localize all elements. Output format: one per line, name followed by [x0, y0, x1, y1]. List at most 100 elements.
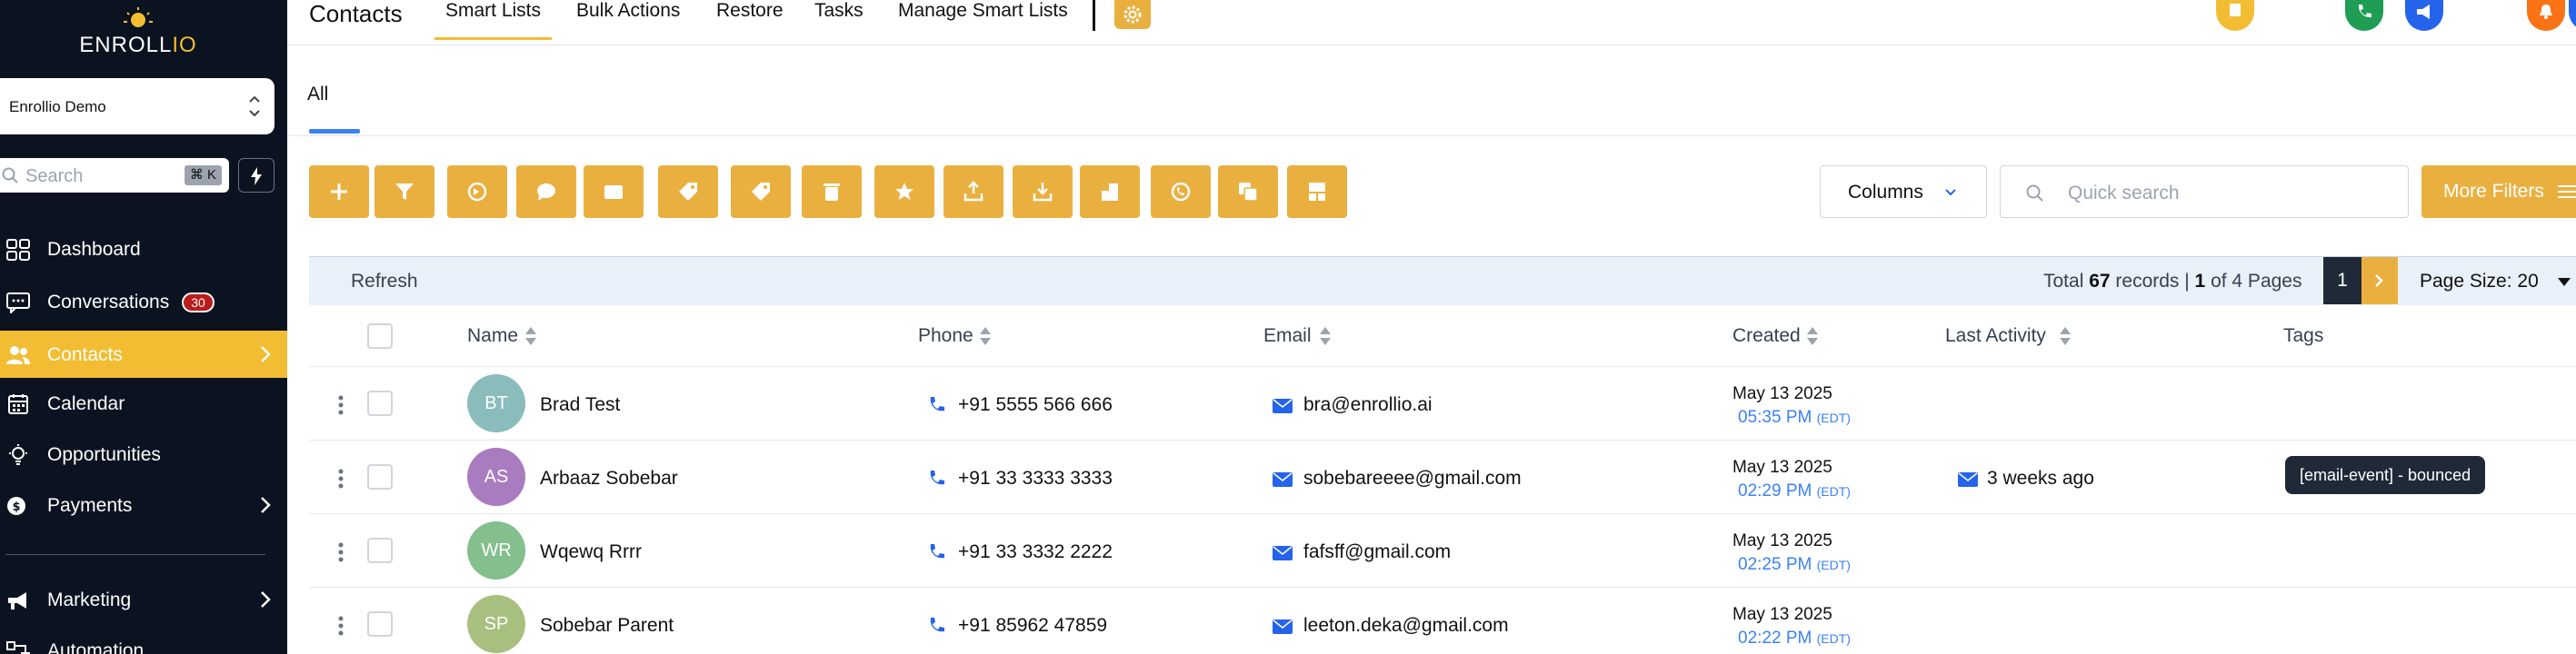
- phone-icon[interactable]: [927, 543, 945, 561]
- phone-icon[interactable]: [927, 470, 945, 488]
- tab-tasks[interactable]: Tasks: [814, 0, 864, 40]
- table-row[interactable]: BT Brad Test +91 5555 566 666 bra@enrollio.…: [309, 367, 2576, 441]
- select-all-checkbox[interactable]: [367, 323, 393, 349]
- tab-bulk-actions[interactable]: Bulk Actions: [576, 0, 680, 40]
- sidebar-item-conversations[interactable]: Conversations 30: [0, 278, 287, 325]
- contact-name[interactable]: Sobebar Parent: [540, 615, 674, 637]
- phone-dialer-button[interactable]: [2345, 0, 2383, 31]
- column-header-name[interactable]: Name: [467, 325, 518, 347]
- sidebar-item-dashboard[interactable]: Dashboard: [0, 225, 287, 272]
- column-header-email[interactable]: Email: [1263, 325, 1312, 347]
- phone-icon: [2358, 5, 2371, 18]
- kebab-menu-icon[interactable]: [338, 394, 344, 416]
- row-checkbox[interactable]: [367, 464, 393, 490]
- kebab-menu-icon[interactable]: [338, 615, 344, 637]
- column-header-created[interactable]: Created: [1732, 325, 1801, 347]
- row-checkbox[interactable]: [367, 391, 393, 416]
- table-row[interactable]: WR Wqewq Rrrr +91 33 3332 2222 fafsff@gmail…: [309, 514, 2576, 588]
- kebab-menu-icon[interactable]: [338, 468, 344, 490]
- cost-indicator-button[interactable]: [2216, 0, 2254, 31]
- export-button[interactable]: [944, 165, 1003, 218]
- column-header-phone[interactable]: Phone: [918, 325, 973, 347]
- email-icon[interactable]: [1273, 546, 1293, 560]
- sliders-icon: [2558, 185, 2576, 198]
- email-icon[interactable]: [1273, 619, 1293, 634]
- sort-icon[interactable]: [978, 325, 993, 347]
- sidebar-item-payments[interactable]: $ Payments: [0, 481, 287, 529]
- phone-icon[interactable]: [927, 396, 945, 414]
- sidebar-item-calendar[interactable]: Calendar: [0, 380, 287, 427]
- account-switcher[interactable]: Enrollio Demo: [0, 78, 275, 134]
- page-button-1[interactable]: 1: [2323, 257, 2361, 304]
- enrollio-logo[interactable]: ENROLLIO: [75, 5, 202, 57]
- contact-name[interactable]: Wqewq Rrrr: [540, 541, 642, 563]
- contact-phone[interactable]: +91 33 3333 3333: [958, 468, 1113, 490]
- records-info-bar: Refresh Total 67 records | 1 of 4 Pages …: [309, 256, 2576, 305]
- sort-icon[interactable]: [1805, 325, 1820, 347]
- notifications-button[interactable]: [2527, 0, 2565, 31]
- kebab-menu-icon[interactable]: [338, 541, 344, 563]
- column-header-last-activity[interactable]: Last Activity: [1945, 325, 2046, 347]
- contact-phone[interactable]: +91 33 3332 2222: [958, 541, 1113, 563]
- tab-manage-smart-lists[interactable]: Manage Smart Lists: [898, 0, 1068, 40]
- row-checkbox[interactable]: [367, 611, 393, 637]
- email-icon[interactable]: [1273, 399, 1293, 413]
- contact-email[interactable]: fafsff@gmail.com: [1303, 541, 1451, 563]
- email-icon[interactable]: [1273, 472, 1293, 487]
- trash-button[interactable]: [802, 165, 862, 218]
- tag-remove-button[interactable]: [731, 165, 791, 218]
- contact-phone[interactable]: +91 85962 47859: [958, 615, 1107, 637]
- tab-restore[interactable]: Restore: [716, 0, 784, 40]
- page-size-select[interactable]: Page Size: 20: [2420, 271, 2571, 292]
- tag-add-button[interactable]: [658, 165, 718, 218]
- contact-email[interactable]: leeton.deka@gmail.com: [1303, 615, 1509, 637]
- contact-name[interactable]: Arbaaz Sobebar: [540, 468, 678, 490]
- sort-icon[interactable]: [524, 325, 538, 347]
- duplicate-button[interactable]: [1218, 165, 1278, 218]
- sidebar-item-opportunities[interactable]: Opportunities: [0, 431, 287, 478]
- calendar-icon: [8, 394, 28, 414]
- brand-text: ENROLLIO: [79, 33, 197, 57]
- plus-button[interactable]: [309, 165, 369, 218]
- company-button[interactable]: [1080, 165, 1140, 218]
- help-button[interactable]: ?: [2569, 0, 2576, 31]
- search-icon: [2, 167, 18, 183]
- phone-icon[interactable]: [927, 617, 945, 635]
- workflow-button[interactable]: [447, 165, 507, 218]
- sort-icon[interactable]: [1318, 325, 1333, 347]
- message-button[interactable]: [516, 165, 576, 218]
- email-button[interactable]: [584, 165, 644, 218]
- next-page-button[interactable]: [2361, 257, 2398, 304]
- tag-badge[interactable]: [email-event] - bounced: [2285, 456, 2486, 494]
- created-time: 02:29 PM (EDT): [1738, 481, 1851, 500]
- star-button[interactable]: [874, 165, 934, 218]
- created-date: May 13 2025: [1732, 384, 1832, 403]
- columns-dropdown[interactable]: Columns: [1820, 165, 1987, 218]
- sidebar-item-contacts[interactable]: Contacts: [0, 331, 287, 378]
- settings-button[interactable]: [1114, 0, 1151, 29]
- more-filters-button[interactable]: More Filters: [2421, 165, 2576, 218]
- tab-all[interactable]: All: [307, 84, 328, 105]
- whatsapp-button[interactable]: [1151, 165, 1211, 218]
- bulk-actions-button[interactable]: [1287, 165, 1347, 218]
- announcements-button[interactable]: [2405, 0, 2443, 31]
- quick-actions-button[interactable]: [238, 158, 275, 193]
- sidebar-item-marketing[interactable]: Marketing: [0, 576, 287, 623]
- contact-email[interactable]: bra@enrollio.ai: [1303, 394, 1433, 416]
- table-row[interactable]: AS Arbaaz Sobebar +91 33 3333 3333 sobebare…: [309, 441, 2576, 514]
- row-checkbox[interactable]: [367, 538, 393, 563]
- import-button[interactable]: [1013, 165, 1073, 218]
- refresh-link[interactable]: Refresh: [351, 271, 418, 292]
- tab-smart-lists[interactable]: Smart Lists: [434, 0, 553, 40]
- contact-phone[interactable]: +91 5555 566 666: [958, 394, 1113, 416]
- quick-search-input[interactable]: Quick search: [2000, 165, 2409, 218]
- contact-email[interactable]: sobebareeee@gmail.com: [1303, 468, 1522, 490]
- quick-search-placeholder: Quick search: [2068, 183, 2180, 203]
- filter-button[interactable]: [374, 165, 434, 218]
- contact-name[interactable]: Brad Test: [540, 394, 620, 416]
- sidebar-search[interactable]: Search ⌘ K: [0, 158, 229, 193]
- sort-icon[interactable]: [2058, 325, 2072, 347]
- nav-separator: [1093, 0, 1095, 31]
- sidebar-item-automation[interactable]: Automation: [0, 627, 287, 654]
- table-row[interactable]: SP Sobebar Parent +91 85962 47859 leeton.de…: [309, 588, 2576, 654]
